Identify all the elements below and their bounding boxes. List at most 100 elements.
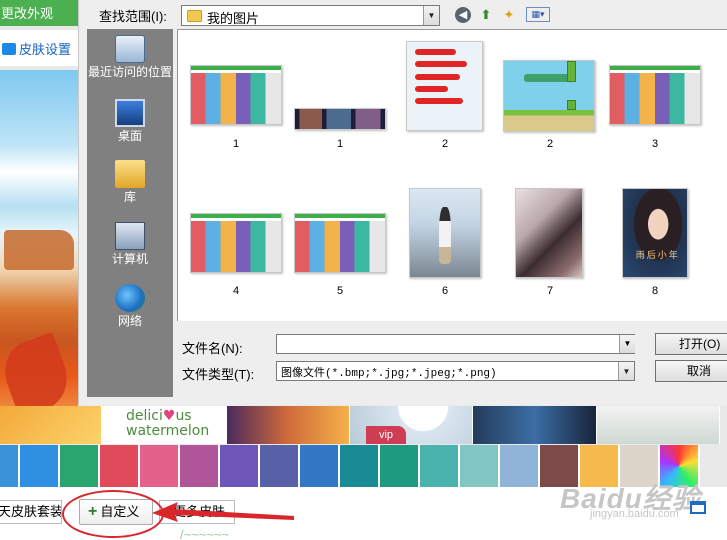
color-swatch[interactable]	[340, 445, 380, 487]
color-swatch[interactable]	[220, 445, 260, 487]
file-item[interactable]: 1	[290, 60, 390, 170]
place-library-label: 库	[123, 190, 136, 204]
file-name: 1	[232, 138, 240, 150]
skin-thumb-watermelon[interactable]: delici♥us watermelon	[102, 406, 227, 444]
skin-settings-tab[interactable]: 皮肤设置	[0, 30, 78, 66]
file-name: 3	[651, 138, 659, 150]
place-network[interactable]: 网络	[87, 284, 173, 328]
skin-suite-button[interactable]: 天皮肤套装	[0, 500, 62, 524]
color-swatch[interactable]	[300, 445, 340, 487]
chevron-down-icon[interactable]: ▼	[619, 335, 635, 353]
chevron-down-icon[interactable]: ▼	[423, 6, 439, 25]
file-type-dropdown[interactable]: 图像文件(*.bmp;*.jpg;*.jpeg;*.png) ▼	[276, 361, 635, 381]
view-menu-icon[interactable]: ▦▾	[526, 7, 550, 22]
color-swatch[interactable]	[180, 445, 220, 487]
file-thumbnail	[409, 188, 481, 278]
red-scribble	[414, 86, 449, 92]
look-in-value: 我的图片	[207, 11, 260, 26]
chevron-down-icon[interactable]: ▼	[618, 362, 634, 380]
file-name: 4	[232, 285, 240, 297]
file-item[interactable]: 雨后小年 8	[605, 188, 705, 308]
new-folder-icon[interactable]: ✦	[500, 7, 518, 23]
color-swatch[interactable]	[20, 445, 60, 487]
color-swatch[interactable]	[0, 445, 20, 487]
file-thumbnail	[609, 65, 701, 125]
skin-thumb-blue[interactable]	[473, 406, 597, 444]
window-icon[interactable]	[690, 501, 706, 514]
file-type-label: 文件类型(T):	[182, 367, 255, 382]
place-desktop-label: 桌面	[117, 129, 142, 143]
watermelon-text-2: us	[175, 408, 192, 424]
file-thumbnail	[503, 60, 595, 132]
file-item[interactable]: 2	[395, 38, 495, 170]
places-bar: 最近访问的位置 桌面 库 计算机 网络	[87, 29, 173, 397]
file-name-input[interactable]	[276, 334, 635, 354]
place-computer-label: 计算机	[111, 252, 148, 266]
skin-settings-label: 皮肤设置	[19, 42, 72, 57]
bench-shape	[4, 230, 74, 270]
desktop-icon	[115, 99, 145, 127]
color-swatch[interactable]	[500, 445, 540, 487]
skin-thumb-vip[interactable]: vip	[350, 406, 473, 444]
custom-skin-button[interactable]: + 自定义	[79, 499, 153, 525]
red-scribble	[414, 61, 467, 68]
watermelon-text-3: watermelon	[126, 423, 210, 439]
file-thumbnail	[190, 213, 282, 273]
network-icon	[115, 284, 145, 312]
file-type-value: 图像文件(*.bmp;*.jpg;*.jpeg;*.png)	[281, 368, 497, 380]
cancel-button[interactable]: 取消	[655, 360, 727, 382]
open-file-dialog: 查找范围(I): 我的图片 ▼ ◀ ⬆ ✦ ▦▾ 最近访问的位置 桌面 库 计算…	[78, 0, 727, 405]
back-icon[interactable]: ◀	[455, 7, 471, 23]
vip-badge: vip	[366, 426, 406, 444]
skin-thumb-trees[interactable]	[597, 406, 720, 444]
color-swatch[interactable]	[60, 445, 100, 487]
game-title-shape	[523, 73, 571, 82]
file-thumbnail: 雨后小年	[622, 188, 688, 278]
place-library[interactable]: 库	[87, 160, 173, 204]
file-thumbnail	[294, 213, 386, 273]
place-network-label: 网络	[117, 314, 142, 328]
place-recent-label: 最近访问的位置	[87, 65, 172, 79]
look-in-dropdown[interactable]: 我的图片 ▼	[181, 5, 440, 26]
file-thumbnail	[294, 108, 386, 130]
file-item[interactable]: 7	[500, 188, 600, 308]
skin-thumb-orange[interactable]	[0, 406, 102, 444]
place-desktop[interactable]: 桌面	[87, 99, 173, 143]
file-name: 7	[546, 285, 554, 297]
color-swatch[interactable]	[460, 445, 500, 487]
folder-icon	[187, 10, 202, 22]
file-item[interactable]: 6	[395, 188, 495, 308]
file-item[interactable]: 1	[186, 60, 286, 170]
file-list: 1 1 2 2 3 4 5 6 7 雨后小年 8	[177, 29, 727, 321]
bottom-green-text: /~~~~~~	[180, 527, 230, 540]
skin-thumb-sunset[interactable]	[227, 406, 350, 444]
color-swatch[interactable]	[100, 445, 140, 487]
look-in-label: 查找范围(I):	[99, 9, 167, 24]
watermelon-text-1: delici	[126, 408, 163, 424]
plus-icon: +	[88, 503, 98, 520]
color-swatch[interactable]	[420, 445, 460, 487]
file-item[interactable]: 4	[186, 188, 286, 308]
red-scribble	[414, 73, 460, 80]
file-thumbnail	[515, 188, 583, 278]
up-folder-icon[interactable]: ⬆	[477, 7, 495, 23]
place-recent[interactable]: 最近访问的位置	[87, 35, 173, 79]
file-item[interactable]: 5	[290, 188, 390, 308]
color-swatch[interactable]	[380, 445, 420, 487]
shirt-icon	[2, 43, 16, 55]
file-item[interactable]: 2	[500, 60, 600, 170]
annotation-arrow	[152, 502, 294, 522]
photo-caption: 雨后小年	[635, 250, 680, 261]
skin-preview-image[interactable]	[0, 70, 78, 419]
file-item[interactable]: 3	[605, 60, 705, 170]
place-computer[interactable]: 计算机	[87, 222, 173, 266]
color-swatch[interactable]	[140, 445, 180, 487]
pipe-shape	[567, 99, 576, 110]
baidu-watermark-url: jingyan.baidu.com	[590, 508, 679, 520]
file-name-label: 文件名(N):	[182, 341, 243, 356]
pipe-shape	[567, 61, 576, 82]
color-swatch[interactable]	[260, 445, 300, 487]
red-scribble	[414, 49, 456, 56]
open-button[interactable]: 打开(O)	[655, 333, 727, 355]
recent-places-icon	[115, 35, 145, 63]
